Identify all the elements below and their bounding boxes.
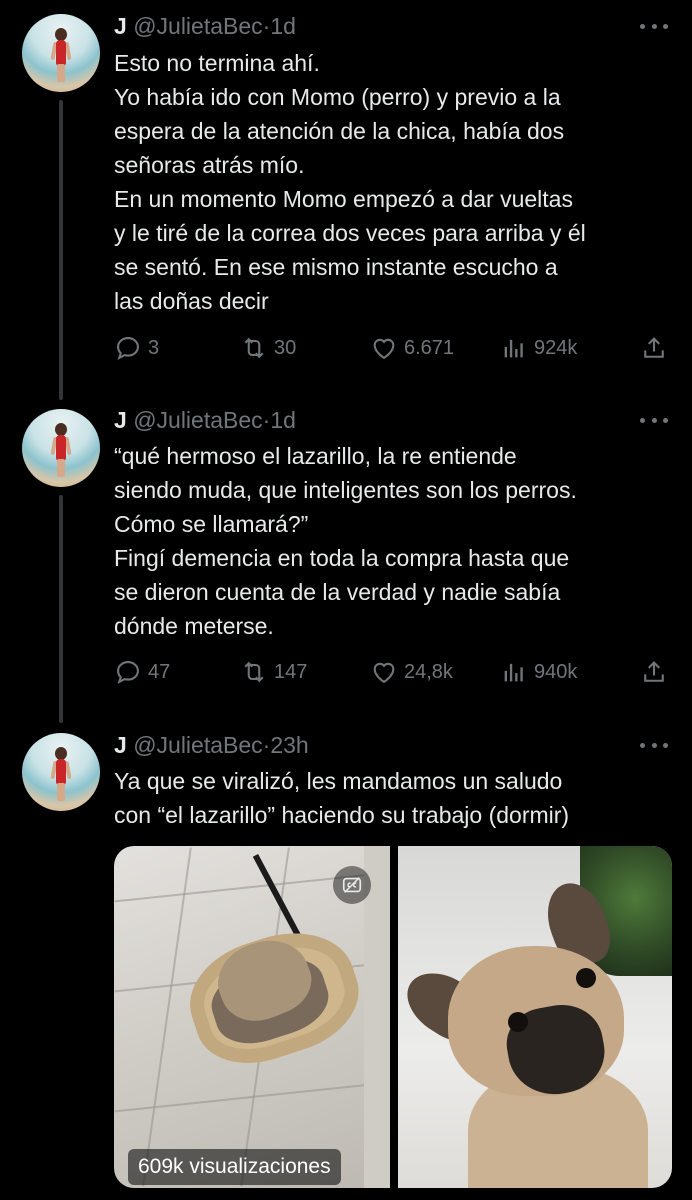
text-line: Ya que se viralizó, les mandamos un salu… <box>114 768 563 794</box>
avatar[interactable] <box>22 733 100 811</box>
share-icon <box>644 661 664 682</box>
handle[interactable]: @JulietaBec <box>133 13 262 39</box>
heart-icon <box>373 662 395 684</box>
tweet-text: Ya que se viralizó, les mandamos un salu… <box>114 764 674 832</box>
reply-count: 47 <box>148 660 171 683</box>
timestamp[interactable]: 1d <box>270 13 296 39</box>
more-icon[interactable] <box>640 410 668 430</box>
like-button[interactable]: 24,8k <box>370 657 453 687</box>
action-bar: 3 30 6.671 924k <box>114 333 674 363</box>
media-views-badge: 609k visualizaciones <box>128 1149 341 1185</box>
tweet-text: “qué hermoso el lazarillo, la re entiend… <box>114 439 674 643</box>
text-line: Esto no termina ahí. <box>114 50 320 76</box>
heart-icon <box>373 338 395 360</box>
text-line: Cómo se llamará?” <box>114 511 309 537</box>
share-button[interactable] <box>640 333 674 363</box>
handle[interactable]: @JulietaBec <box>133 407 262 433</box>
text-line: En un momento Momo empezó a dar vueltas <box>114 186 573 212</box>
display-name[interactable]: J <box>114 732 127 758</box>
like-count: 6.671 <box>404 336 455 359</box>
timestamp[interactable]: 23h <box>270 732 308 758</box>
analytics-icon <box>504 663 523 682</box>
reply-button[interactable]: 3 <box>114 333 159 363</box>
share-button[interactable] <box>640 657 674 687</box>
share-icon <box>644 337 664 358</box>
thread-line <box>59 495 63 723</box>
tweet-header: J @JulietaBec·1d <box>114 406 296 434</box>
repost-button[interactable]: 147 <box>240 657 307 687</box>
views-button[interactable]: 924k <box>500 333 577 363</box>
text-line: con “el lazarillo” haciendo su trabajo (… <box>114 802 570 828</box>
reply-count: 3 <box>148 336 160 359</box>
reply-button[interactable]: 47 <box>114 657 170 687</box>
text-line: señoras atrás mío. <box>114 152 305 178</box>
text-line: espera de la atención de la chica, había… <box>114 118 565 144</box>
text-line: Yo había ido con Momo (perro) y previo a… <box>114 84 561 110</box>
text-line: se sentó. En ese mismo instante escucho … <box>114 254 558 280</box>
text-line: y le tiré de la correa dos veces para ar… <box>114 220 586 246</box>
avatar[interactable] <box>22 14 100 92</box>
media-grid <box>114 846 672 1188</box>
media-photo-dog[interactable] <box>398 846 672 1188</box>
text-line: Fingí demencia en toda la compra hasta q… <box>114 545 570 571</box>
views-button[interactable]: 940k <box>500 657 577 687</box>
avatar[interactable] <box>22 409 100 487</box>
reply-icon <box>117 337 139 361</box>
views-count: 924k <box>534 336 578 359</box>
display-name[interactable]: J <box>114 407 127 433</box>
repost-icon <box>244 337 264 359</box>
text-line: “qué hermoso el lazarillo, la re entiend… <box>114 443 517 469</box>
handle[interactable]: @JulietaBec <box>133 732 262 758</box>
like-button[interactable]: 6.671 <box>370 333 454 363</box>
tweet-header: J @JulietaBec·23h <box>114 731 309 759</box>
text-line: se dieron cuenta de la verdad y nadie sa… <box>114 579 561 605</box>
repost-count: 30 <box>274 336 297 359</box>
display-name[interactable]: J <box>114 13 127 39</box>
views-count: 940k <box>534 660 578 683</box>
reply-icon <box>117 661 139 685</box>
text-line: las doñas decir <box>114 288 269 314</box>
tweet-text: Esto no termina ahí. Yo había ido con Mo… <box>114 46 674 318</box>
repost-button[interactable]: 30 <box>240 333 296 363</box>
repost-icon <box>244 661 264 683</box>
analytics-icon <box>504 339 523 358</box>
cc-icon[interactable] <box>333 866 371 904</box>
text-line: siendo muda, que inteligentes son los pe… <box>114 477 577 503</box>
more-icon[interactable] <box>640 16 668 36</box>
tweet-header: J @JulietaBec·1d <box>114 12 296 40</box>
timestamp[interactable]: 1d <box>270 407 296 433</box>
thread-line <box>59 100 63 400</box>
like-count: 24,8k <box>404 660 453 683</box>
more-icon[interactable] <box>640 735 668 755</box>
action-bar: 47 147 24,8k 940k <box>114 657 674 687</box>
repost-count: 147 <box>274 660 308 683</box>
text-line: dónde meterse. <box>114 613 274 639</box>
